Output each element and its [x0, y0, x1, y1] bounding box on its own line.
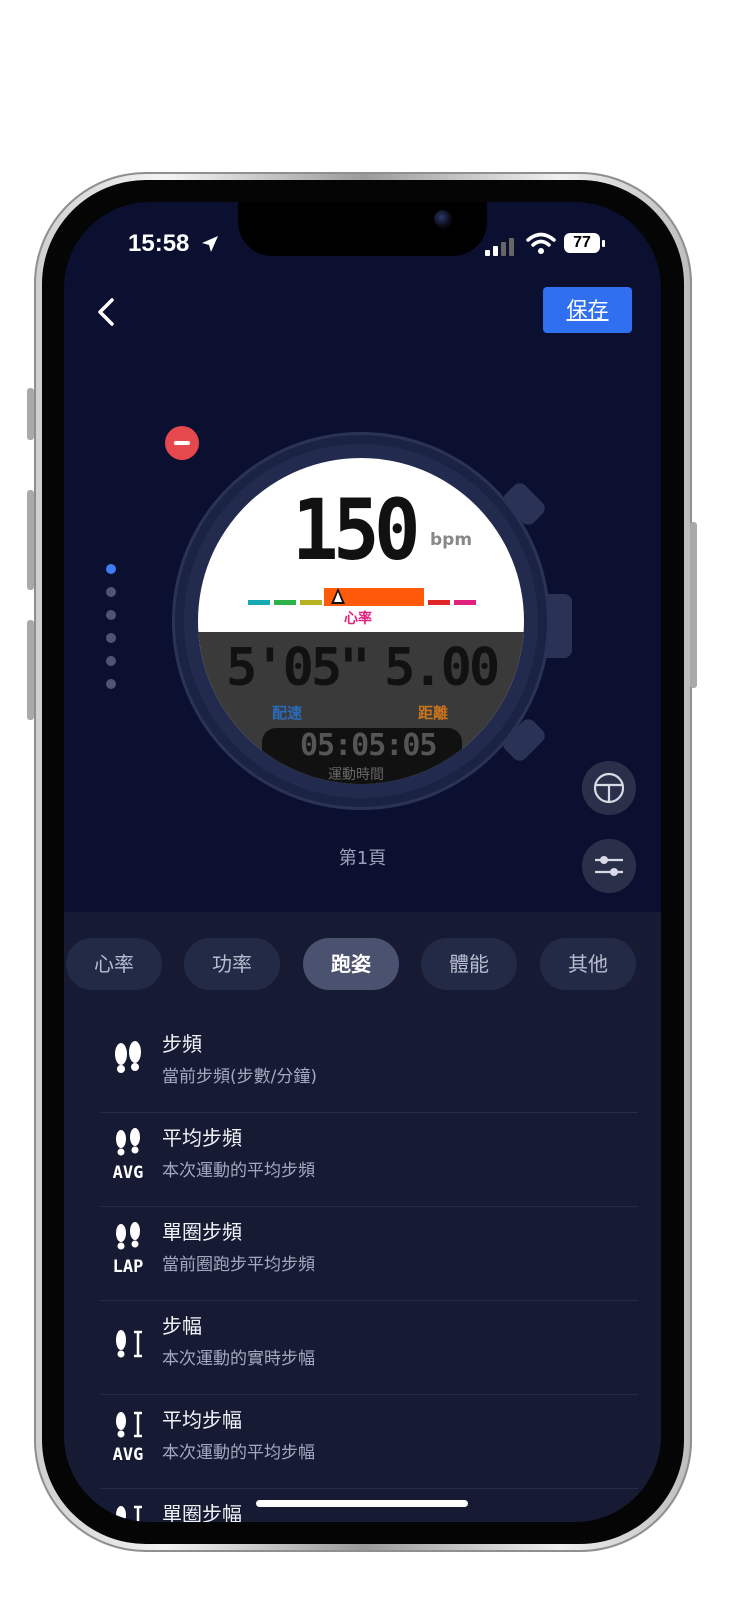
side-button	[690, 522, 697, 688]
page-dot[interactable]	[106, 610, 116, 620]
metric-subtitle: 當前步頻(步數/分鐘)	[162, 1067, 317, 1087]
distance-value: 5.00	[384, 638, 500, 698]
watch-face[interactable]: 150 bpm 心率 5'05" 5.00 配速 距離 05:05:05 運動時…	[198, 458, 524, 784]
page-dots	[106, 564, 116, 702]
metric-title: 步頻	[162, 1032, 202, 1056]
pace-label: 配速	[272, 704, 303, 722]
heart-rate-label: 心率	[344, 611, 372, 627]
tab-heart-rate[interactable]: 心率	[66, 938, 162, 990]
icon-badge: AVG	[113, 1445, 144, 1465]
metric-title: 平均步頻	[162, 1126, 242, 1150]
page-dot[interactable]	[106, 656, 116, 666]
zone-segment	[428, 600, 450, 605]
metric-title: 單圈步幅	[162, 1502, 242, 1522]
back-button[interactable]	[88, 292, 128, 332]
footsteps-avg-icon: AVG	[113, 1128, 144, 1183]
zone-segment	[454, 600, 476, 605]
status-time: 15:58	[128, 230, 190, 257]
screen: 15:58 77 保存 150 bpm 心率 5'05" 5.00 配速 距離 …	[64, 202, 661, 1522]
footsteps-lap-icon: LAP	[113, 1222, 144, 1277]
list-item[interactable]: AVG 平均步幅 本次運動的平均步幅	[100, 1394, 638, 1489]
heart-rate-value: 150	[292, 481, 421, 579]
page-dot[interactable]	[106, 633, 116, 643]
watch-face-style-button[interactable]	[582, 761, 636, 815]
pace-value: 5'05"	[226, 638, 371, 698]
wifi-icon	[526, 232, 556, 254]
side-button	[27, 490, 34, 590]
icon-badge: AVG	[113, 1163, 144, 1183]
icon-badge: LAP	[113, 1257, 144, 1277]
page-label: 第1頁	[338, 848, 387, 869]
zone-segment	[274, 600, 296, 605]
page-dot[interactable]	[106, 679, 116, 689]
stride-lap-icon	[116, 1505, 142, 1522]
cellular-signal-icon	[485, 238, 517, 256]
metric-subtitle: 當前圈跑步平均步頻	[162, 1255, 315, 1275]
list-item[interactable]: 步幅 本次運動的實時步幅	[100, 1300, 638, 1395]
zone-segment	[300, 600, 322, 605]
distance-label: 距離	[418, 704, 449, 722]
page-dot[interactable]	[106, 564, 116, 574]
location-arrow-icon	[202, 236, 218, 252]
remove-page-button[interactable]	[165, 426, 199, 460]
camera-icon	[434, 210, 452, 228]
duration-value: 05:05:05	[300, 728, 437, 763]
tab-fitness[interactable]: 體能	[421, 938, 517, 990]
metric-title: 平均步幅	[162, 1408, 242, 1432]
save-button[interactable]: 保存	[543, 287, 632, 333]
list-item[interactable]: LAP 單圈步頻 當前圈跑步平均步頻	[100, 1206, 638, 1301]
zone-segment	[248, 600, 270, 605]
list-item[interactable]: AVG 平均步頻 本次運動的平均步頻	[100, 1112, 638, 1207]
home-indicator[interactable]	[256, 1500, 468, 1507]
stride-icon	[116, 1330, 142, 1358]
stride-avg-icon: AVG	[113, 1411, 144, 1465]
metric-subtitle: 本次運動的實時步幅	[162, 1349, 315, 1369]
tab-power[interactable]: 功率	[184, 938, 280, 990]
tab-other[interactable]: 其他	[540, 938, 636, 990]
tab-running-form[interactable]: 跑姿	[303, 938, 399, 990]
side-button	[27, 620, 34, 720]
metric-title: 步幅	[162, 1314, 202, 1338]
page-dot[interactable]	[106, 587, 116, 597]
duration-label: 運動時間	[328, 767, 384, 783]
heart-rate-unit: bpm	[430, 530, 473, 550]
metric-subtitle: 本次運動的平均步幅	[162, 1443, 315, 1463]
list-item[interactable]: 步頻 當前步頻(步數/分鐘)	[100, 1018, 638, 1113]
zone-marker-icon	[331, 588, 345, 604]
metric-title: 單圈步頻	[162, 1220, 242, 1244]
notch	[238, 202, 487, 256]
side-button	[27, 388, 34, 440]
footsteps-icon	[115, 1041, 141, 1073]
battery-icon: 77	[564, 233, 605, 253]
metric-subtitle: 本次運動的平均步頻	[162, 1161, 315, 1181]
